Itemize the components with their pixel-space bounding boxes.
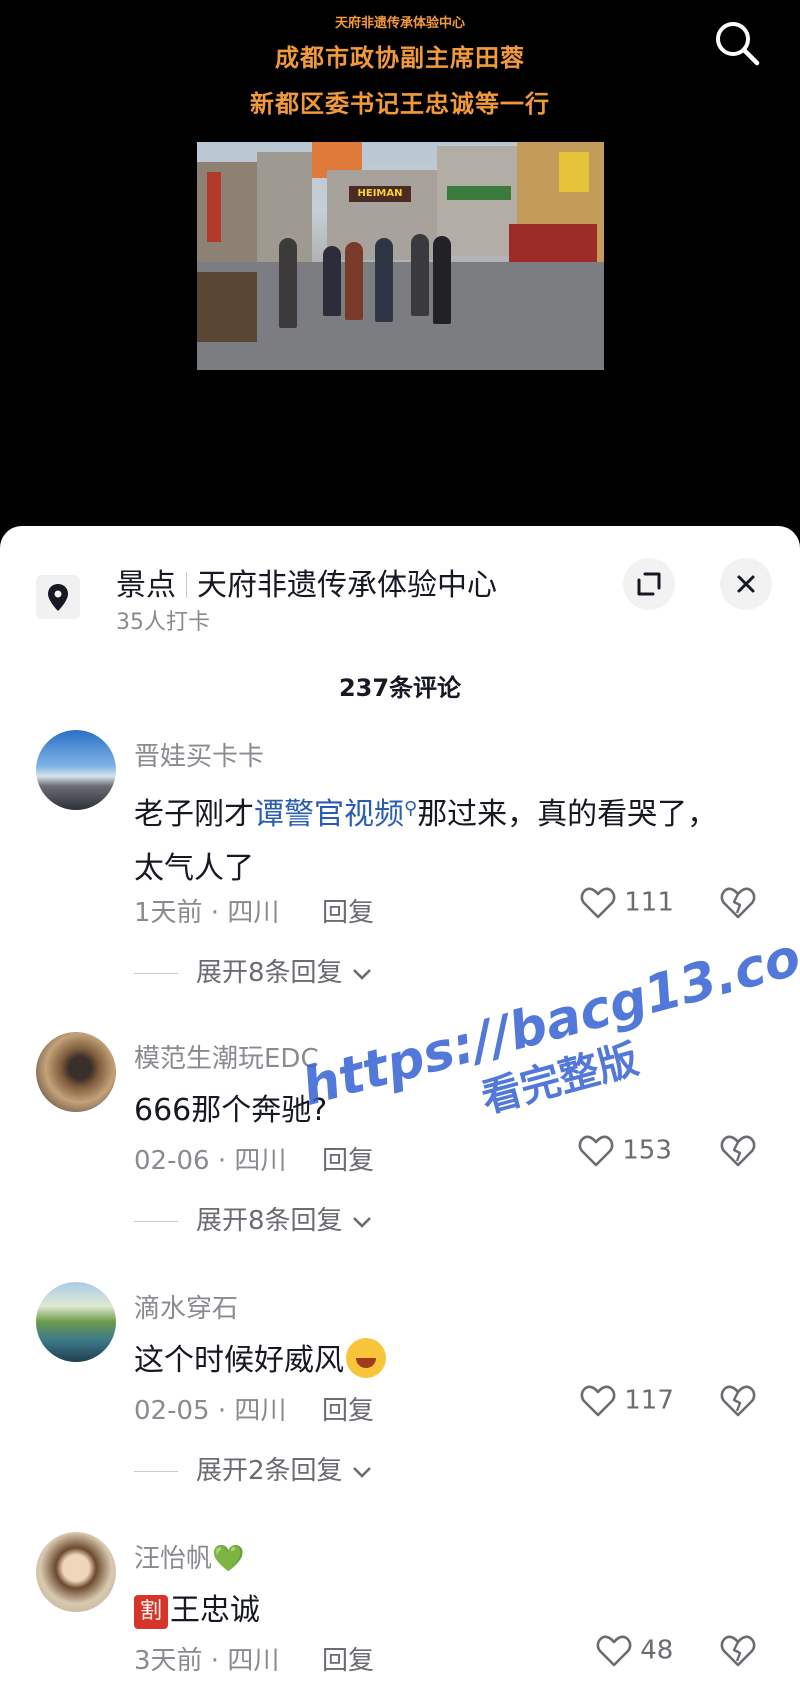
like-button[interactable]: 111 xyxy=(580,886,674,920)
video-org-caption: 天府非遗传承体验中心 xyxy=(334,16,465,31)
storefront-sign: HEIMAN xyxy=(349,186,411,202)
reply-button[interactable]: 回复 xyxy=(322,1140,374,1177)
comment-text: 666那个奔驰? xyxy=(134,1093,328,1128)
dislike-button[interactable] xyxy=(720,1384,756,1418)
like-count: 111 xyxy=(624,887,674,918)
expand-replies[interactable]: 展开8条回复 xyxy=(134,1200,373,1237)
expand-divider xyxy=(134,1221,178,1222)
video-title-line2: 新都区委书记王忠诚等一行 xyxy=(250,90,550,118)
dislike-button[interactable] xyxy=(720,886,756,920)
close-icon xyxy=(737,575,755,593)
comment-text: 这个时候好威风 xyxy=(134,1334,734,1388)
location-pin-icon[interactable] xyxy=(36,575,80,619)
like-count: 153 xyxy=(622,1135,672,1166)
like-button[interactable]: 117 xyxy=(580,1384,674,1418)
dislike-button[interactable] xyxy=(720,1634,756,1668)
expand-replies-label: 展开2条回复 xyxy=(196,1456,343,1486)
chevron-down-icon xyxy=(352,1467,371,1478)
like-button[interactable]: 48 xyxy=(596,1634,673,1668)
chevron-down-icon xyxy=(352,969,371,980)
close-button[interactable] xyxy=(720,558,772,610)
heart-icon xyxy=(580,887,616,919)
like-count: 117 xyxy=(624,1385,674,1416)
broken-heart-icon xyxy=(720,1385,756,1417)
avatar[interactable] xyxy=(36,1282,116,1362)
expand-replies[interactable]: 展开2条回复 xyxy=(134,1450,373,1487)
avatar[interactable] xyxy=(36,1532,116,1612)
comment-username[interactable]: 滴水穿石 xyxy=(134,1288,238,1325)
search-keyword-icon: ⚲ xyxy=(404,798,418,819)
video-frame: HEIMAN xyxy=(197,142,604,370)
comment-text: 割王忠诚 xyxy=(134,1584,734,1638)
broken-heart-icon xyxy=(720,887,756,919)
expand-replies-label: 展开8条回复 xyxy=(196,958,343,988)
chevron-down-icon xyxy=(352,1217,371,1228)
video-player[interactable]: 天府非遗传承体验中心 成都市政协副主席田蓉 新都区委书记王忠诚等一行 HEIMA… xyxy=(0,0,800,540)
comment-username[interactable]: 模范生潮玩EDC xyxy=(134,1038,319,1075)
expand-divider xyxy=(134,1471,178,1472)
expand-button[interactable] xyxy=(623,558,675,610)
comment-text: 老子刚才谭警官视频⚲那过来，真的看哭了，太气人了 xyxy=(134,782,734,896)
comment-username[interactable]: 晋娃买卡卡 xyxy=(134,736,264,773)
comment-text-part: 这个时候好威风 xyxy=(134,1343,344,1378)
comment-time-location: 1天前 · 四川 xyxy=(134,898,280,928)
avatar[interactable] xyxy=(36,1032,116,1112)
avatar[interactable] xyxy=(36,730,116,810)
heart-icon xyxy=(580,1385,616,1417)
comment-time-location: 02-06 · 四川 xyxy=(134,1146,287,1176)
expand-replies[interactable]: 展开8条回复 xyxy=(134,952,373,989)
expand-icon xyxy=(637,572,661,596)
title-divider xyxy=(186,572,187,598)
comment-username[interactable]: 汪怡帆💚 xyxy=(134,1538,244,1575)
search-icon[interactable] xyxy=(712,18,762,68)
search-keyword-link[interactable]: 谭警官视频 xyxy=(254,797,404,832)
comment-count-header: 237条评论 xyxy=(338,674,462,702)
broken-heart-icon xyxy=(720,1635,756,1667)
reply-button[interactable]: 回复 xyxy=(322,1390,374,1427)
like-button[interactable]: 153 xyxy=(578,1134,672,1168)
comment-time-location: 3天前 · 四川 xyxy=(134,1646,280,1676)
like-count: 48 xyxy=(640,1635,674,1666)
expand-replies-label: 展开8条回复 xyxy=(196,1206,343,1236)
reply-button[interactable]: 回复 xyxy=(322,1640,374,1677)
comment-sheet: 景点 天府非遗传承体验中心 35人打卡 237条评论 晋娃买卡卡 老子刚才谭警官视… xyxy=(0,526,800,1690)
expand-divider xyxy=(134,973,178,974)
heart-icon xyxy=(596,1635,632,1667)
video-title-line1: 成都市政协副主席田蓉 xyxy=(275,44,525,72)
heart-icon xyxy=(578,1135,614,1167)
laughing-emoji-icon xyxy=(346,1338,386,1378)
location-title[interactable]: 景点 天府非遗传承体验中心 xyxy=(116,560,497,604)
checkin-count: 35人打卡 xyxy=(116,610,210,635)
cut-badge-icon: 割 xyxy=(134,1595,168,1629)
comment-time-location: 02-05 · 四川 xyxy=(134,1396,287,1426)
location-name: 天府非遗传承体验中心 xyxy=(197,568,497,603)
location-category: 景点 xyxy=(116,568,176,603)
broken-heart-icon xyxy=(720,1135,756,1167)
comment-text-part: 老子刚才 xyxy=(134,797,254,832)
comment-text-part: 王忠诚 xyxy=(170,1593,260,1628)
dislike-button[interactable] xyxy=(720,1134,756,1168)
reply-button[interactable]: 回复 xyxy=(322,892,374,929)
